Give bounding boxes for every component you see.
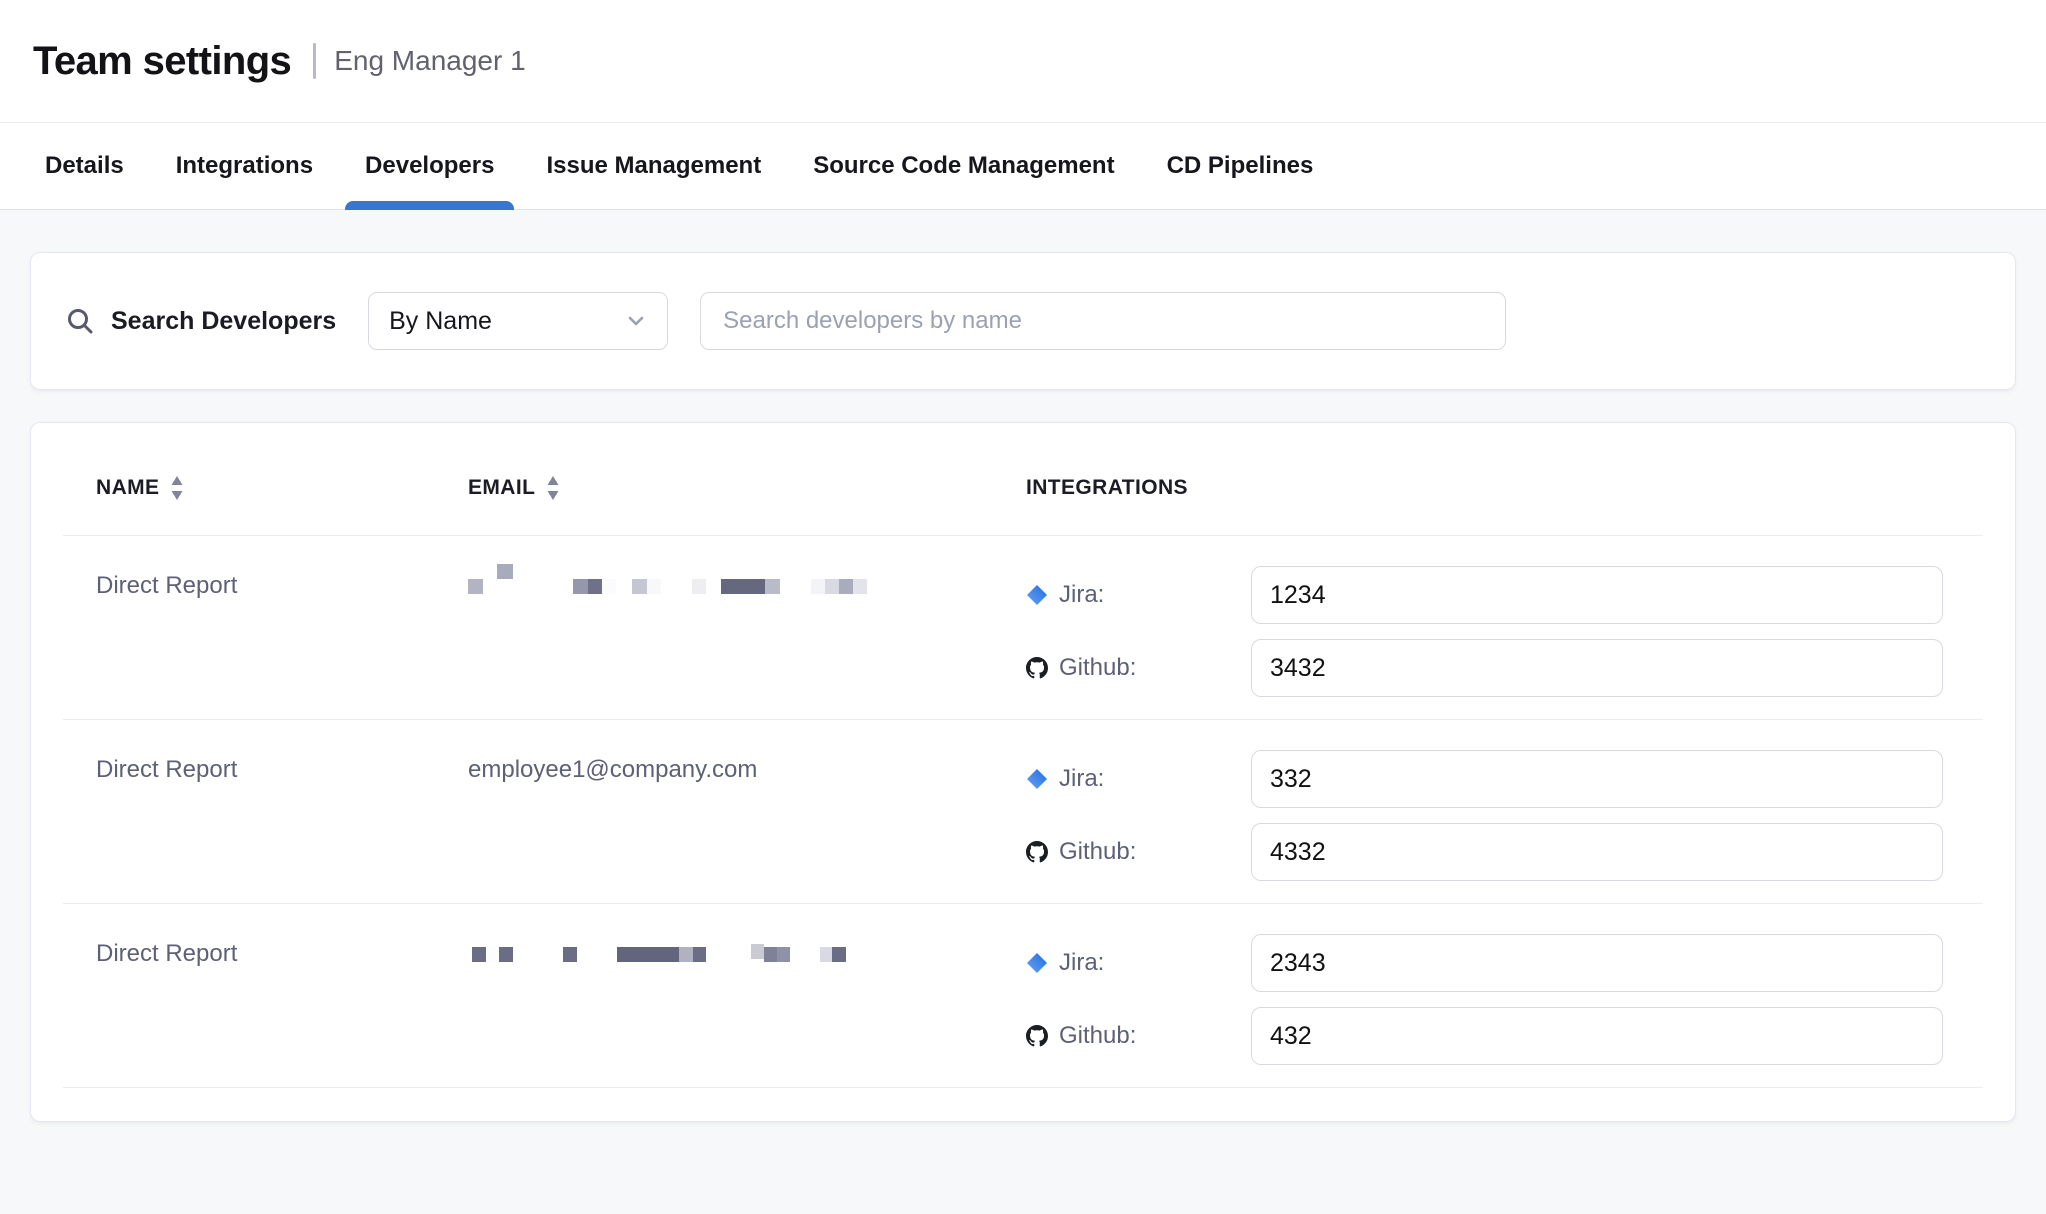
github-integration-row: Github: <box>1026 639 1943 697</box>
developer-name: Direct Report <box>96 750 468 881</box>
github-icon <box>1026 1025 1048 1047</box>
search-filter-value: By Name <box>389 307 625 336</box>
page-title: Team settings <box>33 39 291 84</box>
table-row: Direct Report <box>63 536 1983 719</box>
tab-bar: Details Integrations Developers Issue Ma… <box>0 123 2046 210</box>
column-header-email[interactable]: EMAIL <box>468 475 1026 501</box>
jira-label: Jira: <box>1059 765 1251 793</box>
integrations-cell: Jira: Github: <box>1026 750 1983 881</box>
tab-issue-management[interactable]: Issue Management <box>526 123 781 209</box>
page-subtitle-group: Eng Manager 1 <box>313 43 525 79</box>
jira-id-input[interactable] <box>1251 934 1943 992</box>
jira-label: Jira: <box>1059 949 1251 977</box>
integrations-cell: Jira: Github: <box>1026 934 1983 1065</box>
search-icon <box>65 306 95 336</box>
table-row: Direct Report employee1@company.com <box>63 720 1983 903</box>
tab-integrations[interactable]: Integrations <box>156 123 333 209</box>
tab-developers[interactable]: Developers <box>345 123 514 209</box>
developers-table: NAME EMAIL <box>30 422 2016 1122</box>
search-input[interactable] <box>700 292 1506 350</box>
team-settings-page: Team settings Eng Manager 1 Details Inte… <box>0 0 2046 1214</box>
developer-email-redacted <box>468 934 1026 1065</box>
sort-icon-name[interactable] <box>169 475 185 501</box>
integrations-cell: Jira: Github: <box>1026 566 1983 697</box>
github-label: Github: <box>1059 1022 1251 1050</box>
search-filter-select[interactable]: By Name <box>368 292 668 350</box>
row-divider <box>63 1087 1983 1088</box>
table-header-row: NAME EMAIL <box>63 423 1983 535</box>
github-id-input[interactable] <box>1251 823 1943 881</box>
column-header-integrations: INTEGRATIONS <box>1026 475 1983 501</box>
search-developers-label: Search Developers <box>111 307 336 336</box>
jira-integration-row: Jira: <box>1026 750 1943 808</box>
jira-id-input[interactable] <box>1251 566 1943 624</box>
jira-id-input[interactable] <box>1251 750 1943 808</box>
jira-integration-row: Jira: <box>1026 934 1943 992</box>
developer-name: Direct Report <box>96 566 468 697</box>
tab-details[interactable]: Details <box>25 123 144 209</box>
page-header: Team settings Eng Manager 1 <box>0 0 2046 123</box>
developer-email: employee1@company.com <box>468 750 1026 881</box>
jira-icon <box>1026 768 1048 790</box>
content-area: Search Developers By Name NAME <box>0 210 2046 1214</box>
table-row: Direct Report <box>63 904 1983 1087</box>
github-icon <box>1026 841 1048 863</box>
github-id-input[interactable] <box>1251 639 1943 697</box>
jira-icon <box>1026 952 1048 974</box>
developer-email-redacted <box>468 566 1026 697</box>
subtitle-divider <box>313 43 316 79</box>
tab-cd-pipelines[interactable]: CD Pipelines <box>1147 123 1334 209</box>
github-label: Github: <box>1059 654 1251 682</box>
jira-icon <box>1026 584 1048 606</box>
sort-icon-email[interactable] <box>545 475 561 501</box>
github-label: Github: <box>1059 838 1251 866</box>
github-integration-row: Github: <box>1026 1007 1943 1065</box>
search-panel: Search Developers By Name <box>30 252 2016 390</box>
team-name: Eng Manager 1 <box>334 45 525 77</box>
github-id-input[interactable] <box>1251 1007 1943 1065</box>
developer-name: Direct Report <box>96 934 468 1065</box>
jira-integration-row: Jira: <box>1026 566 1943 624</box>
jira-label: Jira: <box>1059 581 1251 609</box>
tab-source-code-management[interactable]: Source Code Management <box>793 123 1134 209</box>
column-header-name[interactable]: NAME <box>96 475 468 501</box>
github-integration-row: Github: <box>1026 823 1943 881</box>
github-icon <box>1026 657 1048 679</box>
chevron-down-icon <box>625 310 647 332</box>
